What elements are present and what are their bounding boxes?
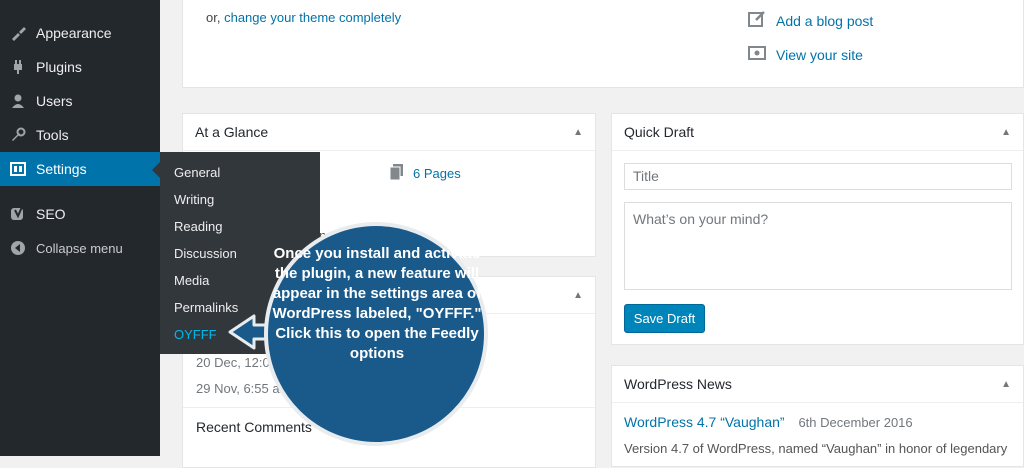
draft-title-input[interactable]: Title [624, 163, 1012, 190]
toggle-panel-icon[interactable]: ▲ [573, 290, 583, 301]
sidebar-item-label: Collapse menu [36, 240, 123, 256]
paintbrush-icon [9, 24, 27, 42]
recent-comments-heading: Recent Comments [196, 419, 312, 435]
sidebar-item-label: Tools [36, 127, 69, 143]
sidebar-item-users[interactable]: Users [0, 84, 160, 118]
edit-icon [748, 10, 766, 31]
activity-date: 20 Dec, 12:01 [196, 355, 277, 370]
callout-text: Once you install and activate the plugin… [272, 245, 482, 362]
toggle-panel-icon[interactable]: ▲ [1001, 379, 1011, 390]
save-draft-button[interactable]: Save Draft [624, 304, 705, 333]
sidebar-item-plugins[interactable]: Plugins [0, 50, 160, 84]
view-site-link[interactable]: View your site [748, 44, 863, 65]
submenu-item-discussion[interactable]: Discussion [174, 246, 237, 261]
change-theme-link[interactable]: change your theme completely [224, 10, 401, 25]
panel-title: Quick Draft [624, 124, 695, 140]
submenu-item-media[interactable]: Media [174, 273, 209, 288]
sidebar-item-label: SEO [36, 206, 66, 222]
yoast-icon [9, 205, 27, 223]
sidebar-item-label: Settings [36, 161, 87, 177]
panel-header: At a Glance ▲ [183, 114, 595, 151]
collapse-icon [9, 239, 27, 257]
panel-header: Quick Draft ▲ [612, 114, 1023, 151]
panel-header: WordPress News ▲ [612, 366, 1023, 403]
sidebar-item-label: Plugins [36, 59, 82, 75]
panel-title: WordPress News [624, 376, 732, 392]
draft-content-textarea[interactable]: What’s on your mind? [624, 202, 1012, 290]
settings-icon [9, 160, 27, 178]
collapse-menu-button[interactable]: Collapse menu [0, 231, 160, 265]
panel-title: At a Glance [195, 124, 269, 140]
toggle-panel-icon[interactable]: ▲ [1001, 127, 1011, 138]
users-icon [9, 92, 27, 110]
active-menu-pointer [152, 162, 160, 178]
sidebar-item-label: Appearance [36, 25, 112, 41]
toggle-panel-icon[interactable]: ▲ [573, 127, 583, 138]
pages-count-link[interactable]: 6 Pages [389, 164, 461, 183]
sidebar-item-label: Users [36, 93, 73, 109]
sidebar-item-appearance[interactable]: Appearance [0, 16, 160, 50]
submenu-item-oyfff[interactable]: OYFFF [174, 327, 217, 342]
theme-line: or, change your theme completely [206, 10, 402, 25]
news-date: 6th December 2016 [798, 415, 913, 430]
news-item: WordPress 4.7 “Vaughan” 6th December 201… [624, 414, 913, 430]
submenu-item-general[interactable]: General [174, 165, 220, 180]
news-headline-link[interactable]: WordPress 4.7 “Vaughan” [624, 414, 785, 430]
pages-icon [389, 164, 404, 183]
wordpress-news-panel: WordPress News ▲ WordPress 4.7 “Vaughan”… [611, 365, 1024, 467]
wrench-icon [9, 126, 27, 144]
submenu-item-reading[interactable]: Reading [174, 219, 222, 234]
add-blog-post-link[interactable]: Add a blog post [748, 10, 873, 31]
welcome-panel: or, change your theme completely Add a b… [182, 0, 1024, 88]
news-excerpt: Version 4.7 of WordPress, named “Vaughan… [624, 441, 1008, 456]
admin-sidebar: Appearance Plugins Users Tools Settings … [0, 0, 160, 456]
sidebar-item-tools[interactable]: Tools [0, 118, 160, 152]
sidebar-item-settings[interactable]: Settings [0, 152, 160, 186]
view-icon [748, 44, 766, 65]
plugin-icon [9, 58, 27, 76]
sidebar-item-seo[interactable]: SEO [0, 197, 160, 231]
submenu-item-writing[interactable]: Writing [174, 192, 214, 207]
